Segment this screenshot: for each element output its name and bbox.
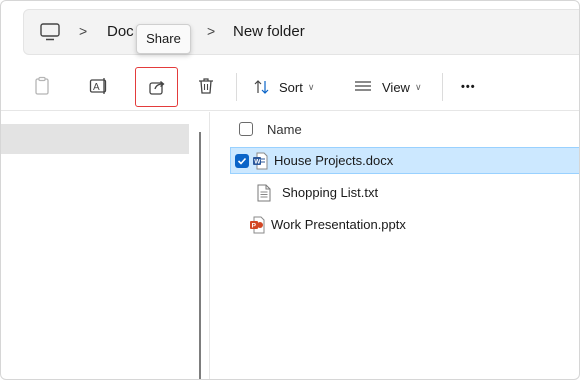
address-bar[interactable]: > Doc > New folder <box>23 9 579 55</box>
toolbar-divider <box>442 73 443 101</box>
chevron-down-icon: ∨ <box>414 81 422 92</box>
share-tooltip: Share <box>136 24 191 54</box>
text-file-icon <box>257 184 271 201</box>
column-header-row: Name <box>239 119 302 139</box>
file-row[interactable]: P Work Presentation.pptx <box>230 211 579 238</box>
delete-button[interactable] <box>187 67 225 105</box>
sort-icon <box>254 80 269 94</box>
file-row[interactable]: Shopping List.txt <box>230 179 579 206</box>
file-name: Shopping List.txt <box>282 185 379 200</box>
pane-divider <box>209 112 210 379</box>
share-button[interactable] <box>135 67 178 107</box>
file-name: Work Presentation.pptx <box>271 217 406 232</box>
more-icon: ••• <box>461 81 476 93</box>
file-explorer-window: > Doc > New folder Share A Sort ∨ View ∨… <box>0 0 580 380</box>
word-document-icon: W <box>253 152 268 169</box>
checkbox-checked-icon[interactable] <box>235 153 249 168</box>
svg-text:P: P <box>252 222 257 229</box>
rename-icon: A <box>89 78 107 94</box>
breadcrumb-separator-icon: > <box>207 23 216 39</box>
command-toolbar: A Sort ∨ View ∨ ••• <box>1 63 579 111</box>
view-icon <box>355 81 371 91</box>
chevron-down-icon: ∨ <box>307 81 315 92</box>
paste-icon <box>35 76 49 95</box>
pane-splitter[interactable] <box>199 132 201 379</box>
breadcrumb-separator-icon: > <box>79 23 88 39</box>
delete-icon <box>199 78 213 94</box>
navigation-pane[interactable] <box>1 112 201 379</box>
toolbar-divider <box>236 73 237 101</box>
select-all-checkbox[interactable] <box>239 122 253 136</box>
sort-button[interactable]: Sort ∨ <box>253 76 314 98</box>
rename-button[interactable]: A <box>80 67 118 105</box>
svg-text:A: A <box>93 82 100 93</box>
powerpoint-file-icon: P <box>250 216 265 233</box>
view-button[interactable]: View ∨ <box>354 76 422 98</box>
breadcrumb-item-documents[interactable]: Doc <box>107 23 134 40</box>
svg-text:W: W <box>254 158 261 165</box>
share-icon <box>148 81 165 95</box>
this-pc-icon[interactable] <box>39 22 61 42</box>
more-options-button[interactable]: ••• <box>461 76 476 98</box>
paste-button[interactable] <box>23 67 61 105</box>
breadcrumb-item-new-folder[interactable]: New folder <box>233 23 305 40</box>
file-row[interactable]: W House Projects.docx <box>230 147 579 174</box>
file-name: House Projects.docx <box>274 153 394 168</box>
sort-label: Sort <box>279 79 303 95</box>
column-header-name[interactable]: Name <box>267 122 302 137</box>
view-label: View <box>382 79 410 95</box>
nav-selected-item[interactable] <box>1 124 189 154</box>
